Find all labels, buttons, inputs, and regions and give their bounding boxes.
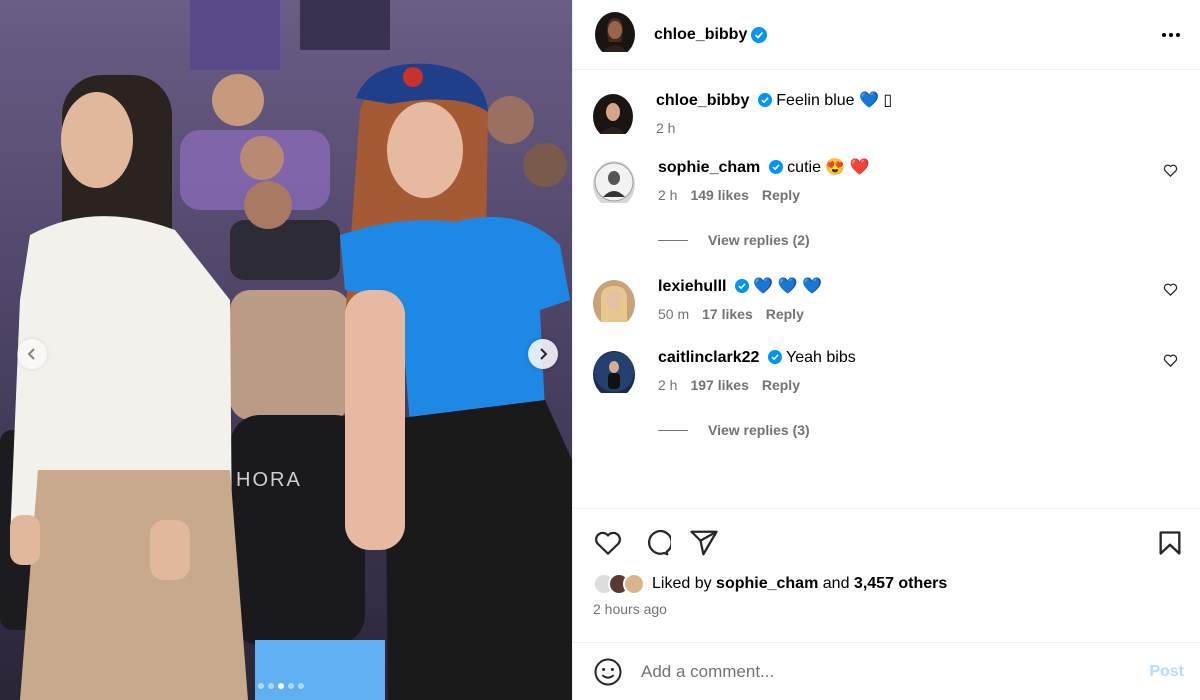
verified-icon xyxy=(751,26,768,43)
view-replies-label: View replies (3) xyxy=(708,422,810,438)
author-username[interactable]: chloe_bibby xyxy=(654,26,747,44)
next-photo-button[interactable] xyxy=(528,339,558,369)
like-button[interactable] xyxy=(593,528,623,558)
seat-lettering: HORA xyxy=(236,469,302,491)
liked-by-avatars xyxy=(593,573,645,595)
caption-missing-glyph: ▯ xyxy=(883,92,893,109)
verified-icon xyxy=(757,93,772,107)
comment-text: cutie 😍 ❤️ xyxy=(787,159,870,176)
emoji-button[interactable] xyxy=(593,657,623,687)
view-replies-line xyxy=(658,429,688,431)
carousel-dot xyxy=(298,683,304,689)
carousel-indicator xyxy=(258,683,304,689)
reply-button[interactable]: Reply xyxy=(766,306,804,322)
comment-username[interactable]: sophie_cham xyxy=(658,159,760,176)
comment-icon xyxy=(648,530,671,556)
view-replies-button[interactable]: View replies (2) xyxy=(658,232,1184,248)
caption-text: Feelin blue 💙 xyxy=(776,92,884,109)
comment-item: sophie_cham cutie 😍 ❤️ 2 h 149 likes Rep… xyxy=(593,157,1184,208)
liked-by-user[interactable]: sophie_cham xyxy=(716,575,818,593)
add-comment-bar: Post xyxy=(573,642,1200,700)
comment-username[interactable]: lexiehulll xyxy=(658,278,726,295)
reply-button[interactable]: Reply xyxy=(762,377,800,393)
view-replies-line xyxy=(658,239,688,241)
carousel-dot xyxy=(268,683,274,689)
comment-text: 💙 💙 💙 xyxy=(753,278,823,295)
carousel-dot-active xyxy=(278,683,284,689)
author-avatar[interactable] xyxy=(595,12,635,57)
liked-by: Liked by sophie_cham and 3,457 others xyxy=(593,573,1184,595)
comment-likes[interactable]: 197 likes xyxy=(690,377,748,393)
share-button[interactable] xyxy=(689,528,719,558)
smile-icon xyxy=(594,658,622,685)
caption: chloe_bibby Feelin blue 💙 ▯ 2 h xyxy=(593,90,1184,139)
post-modal: HORA chloe_bibby chloe_bibby Feelin blue… xyxy=(0,0,1200,700)
share-icon xyxy=(690,530,718,556)
heart-icon xyxy=(595,531,621,555)
carousel-dot xyxy=(258,683,264,689)
comment-input[interactable] xyxy=(641,661,1150,682)
comments-list: chloe_bibby Feelin blue 💙 ▯ 2 h sophie_c… xyxy=(573,70,1200,508)
liked-by-others[interactable]: 3,457 others xyxy=(854,575,947,593)
post-comment-button[interactable]: Post xyxy=(1149,663,1184,681)
view-replies-button[interactable]: View replies (3) xyxy=(658,422,1184,438)
comment-button[interactable] xyxy=(641,528,671,558)
caption-time[interactable]: 2 h xyxy=(656,120,675,136)
heart-icon[interactable] xyxy=(1163,282,1178,297)
comment-time[interactable]: 50 m xyxy=(658,306,689,322)
view-replies-label: View replies (2) xyxy=(708,232,810,248)
carousel-dot xyxy=(288,683,294,689)
bookmark-icon xyxy=(1159,531,1181,555)
comment-likes[interactable]: 149 likes xyxy=(690,187,748,203)
heart-icon[interactable] xyxy=(1163,163,1178,178)
photo-scene: HORA xyxy=(0,0,572,700)
previous-photo-button[interactable] xyxy=(17,339,47,369)
verified-icon xyxy=(767,350,782,364)
comment-text: Yeah bibs xyxy=(786,349,856,366)
reply-button[interactable]: Reply xyxy=(762,187,800,203)
comment-username[interactable]: caitlinclark22 xyxy=(658,349,759,366)
post-actions: Liked by sophie_cham and 3,457 others 2 … xyxy=(573,508,1200,648)
liked-by-prefix: Liked by xyxy=(652,575,712,592)
verified-icon xyxy=(734,279,749,293)
verified-icon xyxy=(768,160,783,174)
comment-item: lexiehulll 💙 💙 💙 50 m 17 likes Reply xyxy=(593,276,1184,327)
commenter-avatar[interactable] xyxy=(593,161,635,208)
post-photo: HORA xyxy=(0,0,572,700)
post-header: chloe_bibby xyxy=(573,0,1200,70)
caption-username[interactable]: chloe_bibby xyxy=(656,92,749,109)
post-details-panel: chloe_bibby chloe_bibby Feelin blue 💙 ▯ … xyxy=(572,0,1200,700)
avatar xyxy=(623,573,645,595)
chevron-left-icon xyxy=(27,348,35,360)
author-avatar[interactable] xyxy=(593,94,633,139)
save-button[interactable] xyxy=(1156,529,1184,557)
comment-time[interactable]: 2 h xyxy=(658,187,677,203)
comment-time[interactable]: 2 h xyxy=(658,377,677,393)
more-options-icon[interactable] xyxy=(1162,27,1180,43)
comment-likes[interactable]: 17 likes xyxy=(702,306,753,322)
chevron-right-icon xyxy=(540,348,548,360)
commenter-avatar[interactable] xyxy=(593,280,635,327)
commenter-avatar[interactable] xyxy=(593,351,635,398)
post-timestamp[interactable]: 2 hours ago xyxy=(593,601,1184,617)
heart-icon[interactable] xyxy=(1163,353,1178,368)
comment-item: caitlinclark22 Yeah bibs 2 h 197 likes R… xyxy=(593,347,1184,398)
liked-by-and: and xyxy=(822,575,850,592)
